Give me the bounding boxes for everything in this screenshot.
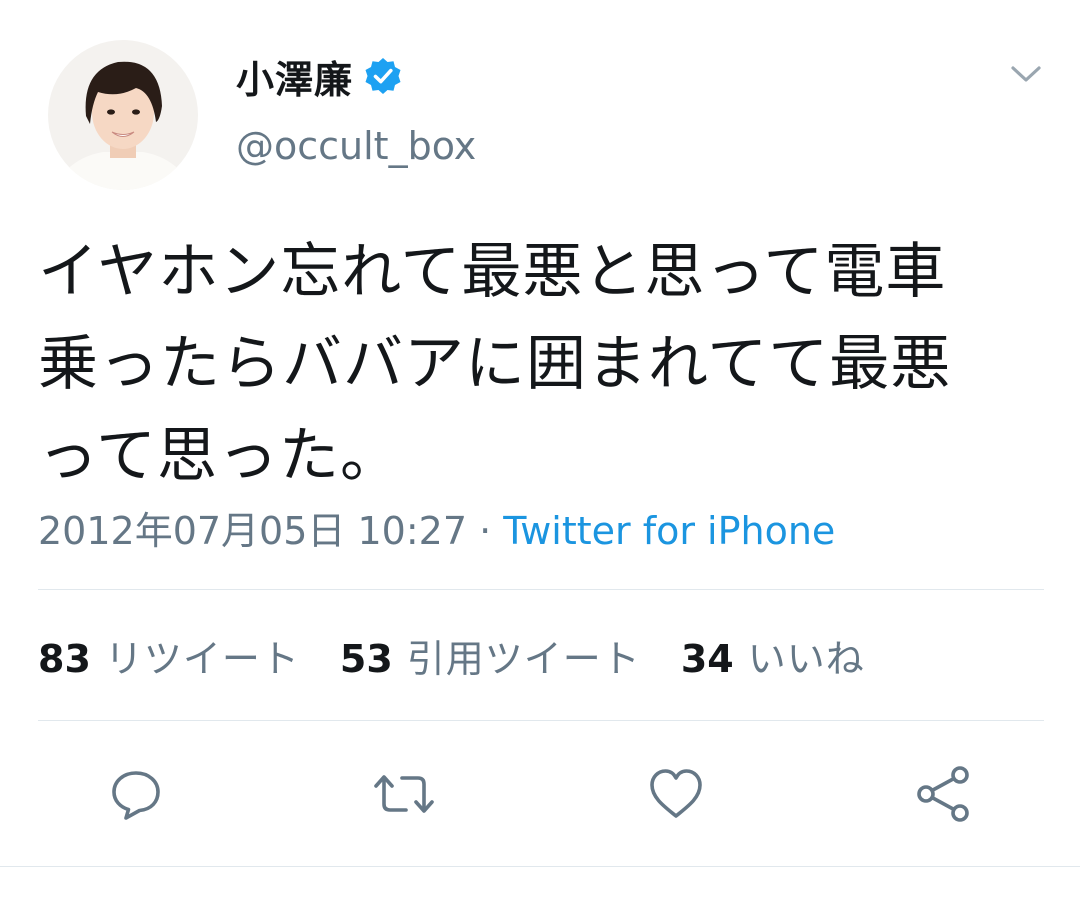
- retweet-button[interactable]: [372, 762, 436, 826]
- tweet-stats: 83 リツイート 53 引用ツイート 34 いいね: [38, 628, 905, 683]
- avatar[interactable]: [48, 40, 198, 190]
- stat-label: リツイート: [104, 637, 300, 681]
- like-count-stat[interactable]: 34 いいね: [681, 628, 865, 683]
- stat-label: 引用ツイート: [406, 637, 641, 681]
- divider: [0, 866, 1080, 867]
- share-icon: [917, 766, 969, 822]
- tweet-timestamp[interactable]: 2012年07月05日 10:27: [38, 509, 467, 553]
- display-name[interactable]: 小澤廉: [236, 49, 353, 104]
- divider: [38, 720, 1044, 721]
- tweet-source-link[interactable]: Twitter for iPhone: [503, 509, 835, 553]
- stat-count: 83: [38, 637, 91, 681]
- like-button[interactable]: [644, 762, 708, 826]
- heart-icon: [650, 769, 702, 818]
- share-button[interactable]: [912, 762, 976, 826]
- reply-button[interactable]: [104, 762, 168, 826]
- reply-icon: [112, 771, 160, 820]
- tweet-text: イヤホン忘れて最悪と思って電車 乗ったらババアに囲まれてて最悪 って思った。: [38, 237, 952, 491]
- divider: [38, 589, 1044, 590]
- retweet-count-stat[interactable]: 83 リツイート: [38, 628, 300, 683]
- stat-count: 53: [339, 637, 393, 681]
- chevron-down-icon[interactable]: [1008, 56, 1044, 92]
- retweet-icon: [374, 775, 434, 813]
- meta-separator: ·: [467, 509, 504, 553]
- user-handle[interactable]: @occult_box: [236, 124, 476, 168]
- tweet-detail: 小澤廉 @occult_box イヤホン忘れて最悪と思って電車 乗ったらババアに…: [0, 0, 1080, 908]
- stat-count: 34: [680, 637, 734, 681]
- verified-badge-icon: [363, 56, 403, 96]
- tweet-meta: 2012年07月05日 10:27 · Twitter for iPhone: [38, 500, 835, 555]
- user-name-row[interactable]: 小澤廉: [236, 48, 403, 104]
- quote-count-stat[interactable]: 53 引用ツイート: [340, 628, 641, 683]
- stat-label: いいね: [747, 637, 865, 681]
- action-bar: [0, 762, 1080, 826]
